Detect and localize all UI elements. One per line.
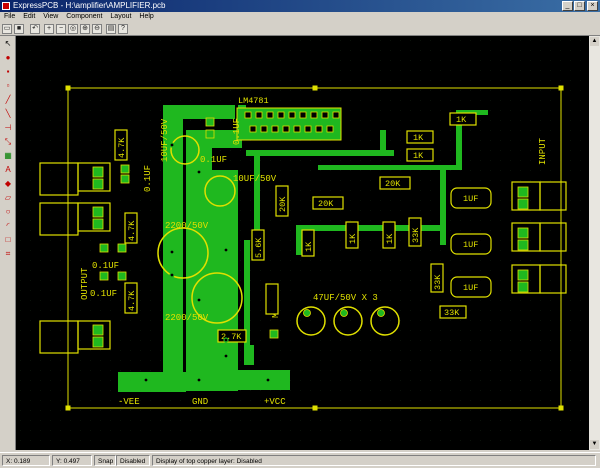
plane-tool-icon[interactable]: ◆ <box>2 178 14 189</box>
resistor-label: 1K <box>348 233 358 244</box>
cap-01-out1-label: 0.1UF <box>92 261 119 271</box>
scroll-up-icon[interactable]: ▲ <box>590 37 599 46</box>
menu-help[interactable]: Help <box>139 13 153 20</box>
rectangle-tool-icon[interactable]: □ <box>2 234 14 245</box>
resistor-label: 1K <box>413 133 424 143</box>
close-button[interactable]: × <box>587 1 598 11</box>
input-cap-label: 1UF <box>463 194 478 204</box>
status-bar: X: 0.189 Y: 0.497 Snap Disabled Display … <box>0 452 600 468</box>
cap-01-mid-label: 0.1UF <box>200 155 227 165</box>
vcc-label: +VCC <box>264 397 286 407</box>
toolbar: ▭ ■ ↶ + − ◎ ⊕ ⊖ ▤ ? <box>0 22 600 36</box>
trace-tool-icon[interactable]: ╱ <box>2 94 14 105</box>
vee-label: -VEE <box>118 397 140 407</box>
resistor-label: 20K <box>278 196 288 212</box>
line-tool-icon[interactable]: ⊣ <box>2 122 14 133</box>
x-coordinate: X: 0.189 <box>2 455 50 466</box>
input-cap-label: 1UF <box>463 283 478 293</box>
outline-tool-icon[interactable]: ▱ <box>2 192 14 203</box>
dimension-tool-icon[interactable]: ⌗ <box>2 248 14 259</box>
vertical-scrollbar[interactable]: ▲ ▼ <box>589 36 600 450</box>
zoom-area-icon[interactable]: ⊕ <box>80 24 90 34</box>
menu-edit[interactable]: Edit <box>23 13 35 20</box>
window-title: ExpressPCB - H:\amplifier\AMPLIFIER.pcb <box>13 1 166 10</box>
zoom-fit-icon[interactable]: ◎ <box>68 24 78 34</box>
pcb-layout: LM4781 -VEE GND +VCC 47UF/50V X 3 10UF/5… <box>16 36 595 450</box>
maximize-button[interactable]: □ <box>574 1 585 11</box>
smd-pad-tool-icon[interactable]: ▪ <box>2 66 14 77</box>
resistor-label: 33K <box>444 308 460 318</box>
layer-icon[interactable]: ▤ <box>106 24 116 34</box>
resistor-label: 33K <box>433 274 443 290</box>
menu-view[interactable]: View <box>43 13 58 20</box>
app-icon <box>2 2 10 10</box>
route-tool-icon[interactable]: ⤡ <box>2 136 14 147</box>
trace-angle-tool-icon[interactable]: ╲ <box>2 108 14 119</box>
input-cap-label: 1UF <box>463 240 478 250</box>
arc-tool-icon[interactable]: ◜ <box>2 220 14 231</box>
resistor-label: 33K <box>411 227 421 243</box>
menu-file[interactable]: File <box>4 13 15 20</box>
output-label: OUTPUT <box>80 267 90 300</box>
menu-layout[interactable]: Layout <box>110 13 131 20</box>
snap-label: Snap <box>94 455 116 466</box>
resistor-label: 4.7K <box>127 290 137 311</box>
chip-label: LM4781 <box>238 96 269 106</box>
pad-tool-icon[interactable]: ● <box>2 52 14 63</box>
resistor-label: 1K <box>413 151 424 161</box>
scroll-down-icon[interactable]: ▼ <box>590 440 599 449</box>
gnd-label: GND <box>192 397 208 407</box>
component-tool-icon[interactable]: ▫ <box>2 80 14 91</box>
resistor-label: 4.7K <box>127 220 137 241</box>
cap-10uf-a-label: 10UF/50V <box>160 118 170 162</box>
zoom-previous-icon[interactable]: ⊖ <box>92 24 102 34</box>
cap-10uf-b-label: 10UF/50V <box>233 174 277 184</box>
text-tool-icon[interactable]: A <box>2 164 14 175</box>
layer-info: Display of top copper layer: Disabled <box>152 455 596 466</box>
snap-value[interactable]: Disabled <box>116 455 150 466</box>
y-coordinate: Y: 0.497 <box>52 455 92 466</box>
cap-01-out2-label: 0.1UF <box>90 289 117 299</box>
pcb-canvas[interactable]: LM4781 -VEE GND +VCC 47UF/50V X 3 10UF/5… <box>16 36 595 450</box>
menu-bar: File Edit View Component Layout Help <box>0 12 600 22</box>
resistor-label: 5.6K <box>254 237 264 258</box>
input-caps: 1UF 1UF 1UF <box>450 187 492 298</box>
open-icon[interactable]: ▭ <box>2 24 12 34</box>
help-icon[interactable]: ? <box>118 24 128 34</box>
fill-tool-icon[interactable]: ▦ <box>2 150 14 161</box>
resistor-label: 1K <box>456 115 467 125</box>
resistor-label: 1K <box>385 233 395 244</box>
pointer-tool-icon[interactable]: ↖ <box>2 38 14 49</box>
save-icon[interactable]: ■ <box>14 24 24 34</box>
resistor-label: 1K <box>304 241 314 252</box>
input-label: INPUT <box>538 137 548 165</box>
cap-2200-a-label: 2200/50V <box>165 221 209 231</box>
title-bar: ExpressPCB - H:\amplifier\AMPLIFIER.pcb … <box>0 0 600 12</box>
tool-palette: ↖ ● ▪ ▫ ╱ ╲ ⊣ ⤡ ▦ A ◆ ▱ ○ ◜ □ ⌗ <box>0 36 16 450</box>
cap-01-left-label: 0.1UF <box>143 165 153 192</box>
resistor-label: 20K <box>318 199 334 209</box>
zoom-in-icon[interactable]: + <box>44 24 54 34</box>
caps-row-label: 47UF/50V X 3 <box>313 293 378 303</box>
cap-01-top-label: 0.1UF <box>232 118 242 145</box>
menu-component[interactable]: Component <box>66 13 102 20</box>
resistor-label: 20K <box>385 179 401 189</box>
resistor-label: 4.7K <box>117 137 127 158</box>
circle-tool-icon[interactable]: ○ <box>2 206 14 217</box>
zoom-out-icon[interactable]: − <box>56 24 66 34</box>
undo-icon[interactable]: ↶ <box>30 24 40 34</box>
minimize-button[interactable]: _ <box>562 1 573 11</box>
